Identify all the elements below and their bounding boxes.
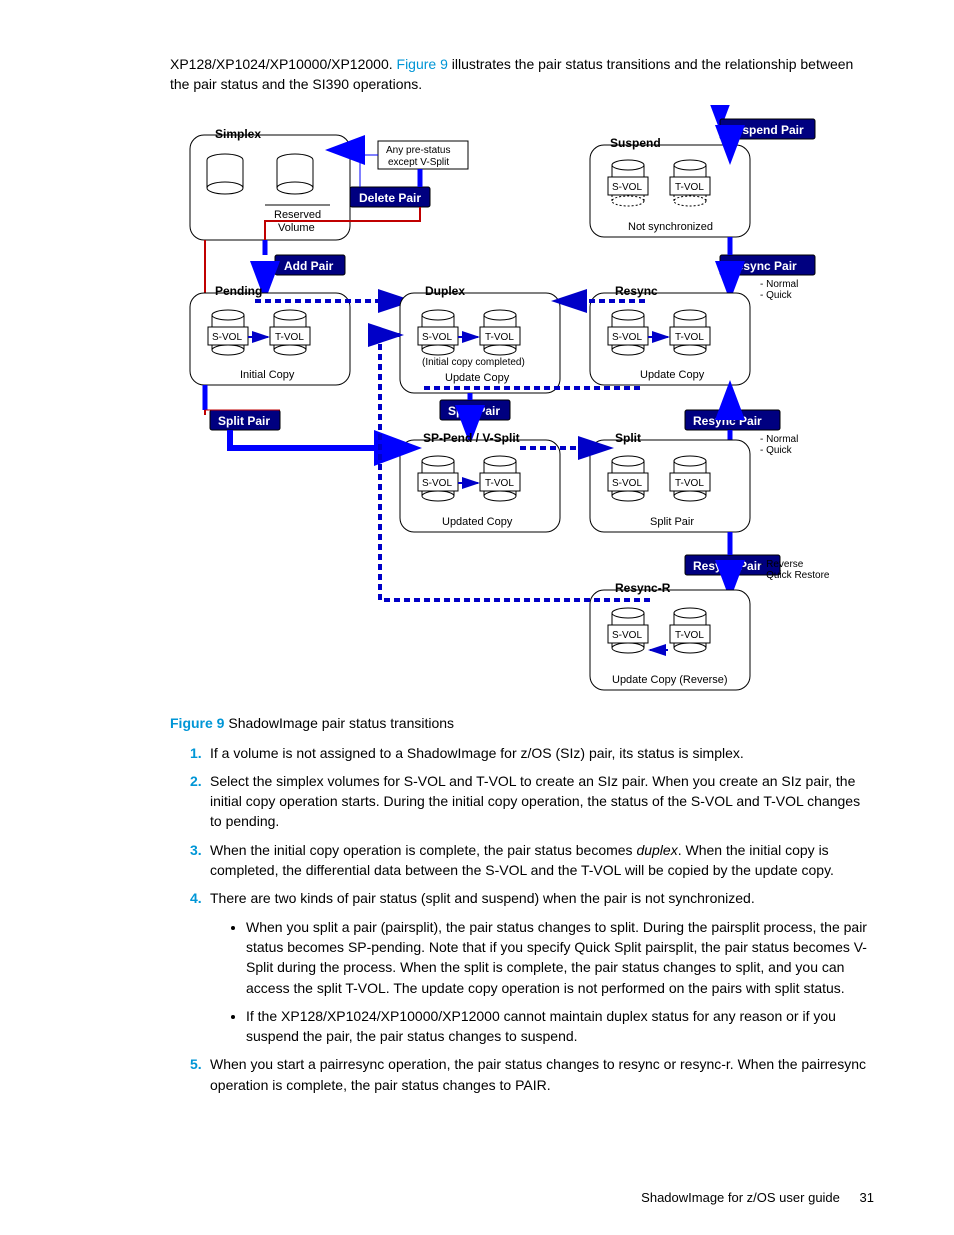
svg-text:S-VOL: S-VOL bbox=[212, 332, 242, 343]
figure-caption: Figure 9 ShadowImage pair status transit… bbox=[170, 715, 874, 731]
svg-text:T-VOL: T-VOL bbox=[675, 478, 704, 489]
add-pair-button: Add Pair bbox=[284, 259, 334, 273]
svg-text:- Normal: - Normal bbox=[760, 279, 798, 290]
state-pending-title: Pending bbox=[215, 284, 262, 298]
intro-prefix: XP128/XP1024/XP10000/XP12000. bbox=[170, 56, 397, 72]
resync-pair-button-1: Resync Pair bbox=[728, 259, 797, 273]
split-pair-left-button: Split Pair bbox=[218, 414, 270, 428]
step-4b: If the XP128/XP1024/XP10000/XP12000 cann… bbox=[246, 1006, 874, 1047]
suspend-pair-button: Suspend Pair bbox=[727, 123, 804, 137]
reserved-label: Reserved bbox=[274, 209, 321, 221]
svg-text:T-VOL: T-VOL bbox=[275, 332, 304, 343]
figure-caption-text: ShadowImage pair status transitions bbox=[224, 715, 454, 731]
split-pair-center-button: Split Pair bbox=[448, 404, 500, 418]
volume-label: Volume bbox=[278, 222, 315, 234]
update-copy-resync: Update Copy bbox=[640, 369, 705, 381]
svg-text:S-VOL: S-VOL bbox=[612, 478, 642, 489]
page-number: 31 bbox=[860, 1190, 874, 1205]
step-2: Select the simplex volumes for S-VOL and… bbox=[190, 771, 874, 832]
page-footer: ShadowImage for z/OS user guide 31 bbox=[641, 1190, 874, 1205]
update-copy-txt: Update Copy bbox=[445, 372, 510, 384]
svg-text:T-VOL: T-VOL bbox=[485, 332, 514, 343]
step-5: When you start a pairresync operation, t… bbox=[190, 1054, 874, 1095]
initial-copy: Initial Copy bbox=[240, 369, 295, 381]
resync-pair-button-3: Resync Pair bbox=[693, 559, 762, 573]
svg-text:T-VOL: T-VOL bbox=[675, 332, 704, 343]
svg-text:S-VOL: S-VOL bbox=[612, 332, 642, 343]
svg-text:S-VOL: S-VOL bbox=[422, 478, 452, 489]
step-4: There are two kinds of pair status (spli… bbox=[190, 888, 874, 1046]
updated-copy: Updated Copy bbox=[442, 516, 513, 528]
svg-text:- Quick Restore: - Quick Restore bbox=[760, 570, 830, 581]
update-copy-rev: Update Copy (Reverse) bbox=[612, 674, 728, 686]
except-vsplit: except V-Split bbox=[388, 157, 449, 168]
state-sp-pend: SP-Pend / V-Split bbox=[423, 431, 520, 445]
svg-text:T-VOL: T-VOL bbox=[675, 630, 704, 641]
step-3: When the initial copy operation is compl… bbox=[190, 840, 874, 881]
state-split: Split bbox=[615, 431, 641, 445]
state-transition-diagram: Simplex Reserved Volume Any pre-status e… bbox=[170, 105, 850, 700]
intro-paragraph: XP128/XP1024/XP10000/XP12000. Figure 9 i… bbox=[170, 54, 874, 95]
svg-text:- Quick: - Quick bbox=[760, 445, 793, 456]
svg-text:S-VOL: S-VOL bbox=[422, 332, 452, 343]
delete-pair-button: Delete Pair bbox=[359, 191, 421, 205]
step-4a: When you split a pair (pairsplit), the p… bbox=[246, 917, 874, 998]
svg-text:T-VOL: T-VOL bbox=[485, 478, 514, 489]
figure-link[interactable]: Figure 9 bbox=[397, 56, 448, 72]
figure-number: Figure 9 bbox=[170, 715, 224, 731]
split-pair-sub: Split Pair bbox=[650, 516, 694, 528]
resync-pair-button-2: Resync Pair bbox=[693, 414, 762, 428]
svg-text:T-VOL: T-VOL bbox=[675, 182, 704, 193]
any-pre-status: Any pre-status bbox=[386, 145, 450, 156]
not-sync: Not synchronized bbox=[628, 221, 713, 233]
state-simplex-title: Simplex bbox=[215, 127, 261, 141]
steps-list: If a volume is not assigned to a ShadowI… bbox=[170, 743, 874, 1095]
svg-text:- Normal: - Normal bbox=[760, 434, 798, 445]
initial-copy-comp: (Initial copy completed) bbox=[422, 357, 525, 368]
state-resync-r: Resync-R bbox=[615, 581, 671, 595]
state-duplex-title: Duplex bbox=[425, 284, 465, 298]
svg-text:- Reverse: - Reverse bbox=[760, 559, 804, 570]
svg-text:S-VOL: S-VOL bbox=[612, 182, 642, 193]
step-1: If a volume is not assigned to a ShadowI… bbox=[190, 743, 874, 763]
svg-text:S-VOL: S-VOL bbox=[612, 630, 642, 641]
state-resync-title: Resync bbox=[615, 284, 658, 298]
footer-title: ShadowImage for z/OS user guide bbox=[641, 1190, 840, 1205]
svg-text:- Quick: - Quick bbox=[760, 290, 793, 301]
state-suspend-title: Suspend bbox=[610, 136, 661, 150]
